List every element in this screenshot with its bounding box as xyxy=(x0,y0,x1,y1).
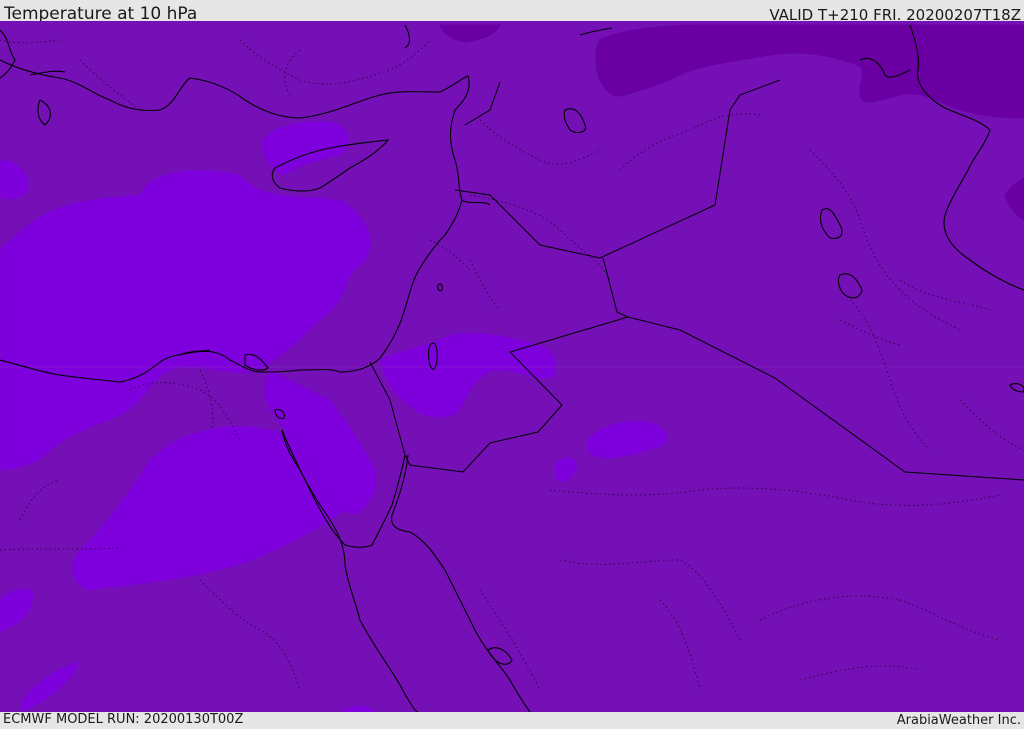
map-canvas xyxy=(0,21,1024,712)
model-run-label: ECMWF MODEL RUN: 20200130T00Z xyxy=(3,712,244,727)
footer-bar: ECMWF MODEL RUN: 20200130T00Z ArabiaWeat… xyxy=(0,712,1024,729)
temperature-map[interactable] xyxy=(0,21,1024,712)
header-bar: Temperature at 10 hPa VALID T+210 FRI. 2… xyxy=(0,0,1024,24)
map-viewer: Temperature at 10 hPa VALID T+210 FRI. 2… xyxy=(0,0,1024,729)
brand-label: ArabiaWeather Inc. xyxy=(896,713,1021,728)
